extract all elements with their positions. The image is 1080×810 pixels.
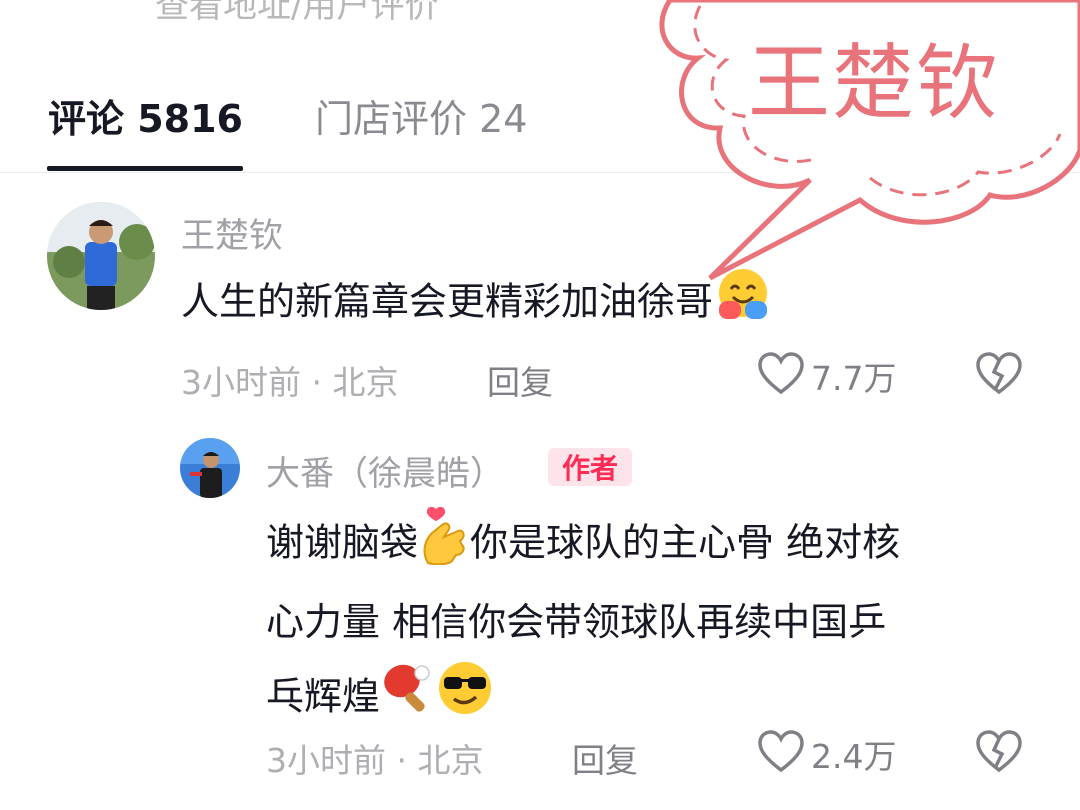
reply-line-1-end: 你是球队的主心骨 绝对核 xyxy=(470,520,901,565)
comments-screen: 查看地址/用户评价 评论 5816 门店评价 24 王楚钦 人生的新篇章会更精彩… xyxy=(0,0,1080,810)
tab-store-reviews[interactable]: 门店评价 24 xyxy=(315,88,527,143)
heart-icon xyxy=(757,730,805,778)
like-count: 7.7万 xyxy=(811,359,897,398)
finger-heart-emoji-icon xyxy=(418,503,470,587)
sunglasses-face-emoji-icon xyxy=(434,657,496,741)
broken-heart-icon[interactable] xyxy=(975,730,1023,778)
reply-meta: 3小时前 · 北京 xyxy=(266,741,484,780)
comment-username[interactable]: 王楚钦 xyxy=(181,208,283,257)
reply-button[interactable]: 回复 xyxy=(487,356,553,404)
truncated-header-text: 查看地址/用户评价 xyxy=(155,0,439,26)
reply-username[interactable]: 大番（徐晨皓） xyxy=(266,446,504,495)
like-count: 2.4万 xyxy=(811,737,897,776)
heart-icon xyxy=(757,352,805,400)
comment-meta: 3小时前 · 北京 xyxy=(181,363,399,402)
broken-heart-icon[interactable] xyxy=(975,352,1023,400)
tab-comments[interactable]: 评论 5816 xyxy=(48,88,243,143)
active-tab-indicator xyxy=(47,166,243,171)
like-button[interactable]: 7.7万 xyxy=(757,352,896,400)
avatar[interactable] xyxy=(47,202,155,310)
reply-button[interactable]: 回复 xyxy=(572,734,638,782)
callout-text: 王楚钦 xyxy=(748,36,1001,131)
author-badge: 作者 xyxy=(548,448,632,486)
reply-line-2: 心力量 相信你会带领球队再续中国乒 xyxy=(266,600,887,644)
reply-line-1: 谢谢脑袋 你是球队的主心骨 绝对核 xyxy=(266,503,1056,587)
ping-pong-emoji-icon xyxy=(380,661,434,737)
reply-line-3: 乓辉煌 xyxy=(266,657,1056,741)
reply-line-3-text: 乓辉煌 xyxy=(266,674,381,719)
comment-text-body: 人生的新篇章会更精彩加油徐哥 xyxy=(181,279,714,324)
reply-text: 谢谢脑袋 你是球队的主心骨 绝对核 心力量 相信你会带领球队再续中国乒 乓辉煌 xyxy=(266,503,1056,741)
avatar[interactable] xyxy=(180,438,240,498)
reply-line-1-start: 谢谢脑袋 xyxy=(266,520,419,565)
like-button[interactable]: 2.4万 xyxy=(757,730,896,778)
